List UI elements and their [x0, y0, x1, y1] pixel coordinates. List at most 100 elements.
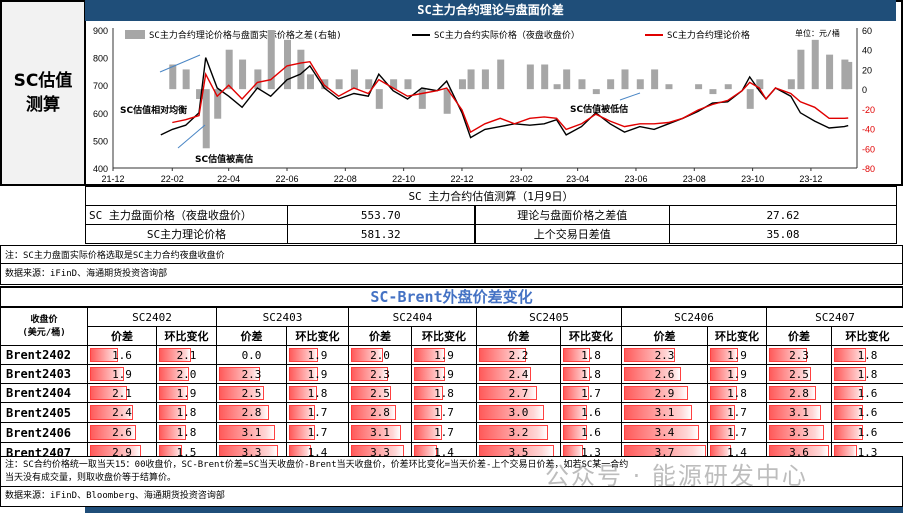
row-label: Brent2406 [1, 423, 88, 443]
change-cell: 1.7 [561, 384, 622, 403]
cell-value: 2.2 [509, 349, 529, 362]
diff-bar [365, 79, 372, 89]
right-tick-label: 40 [862, 46, 872, 56]
right-tick-label: -80 [862, 164, 875, 174]
cell-value: 2.0 [177, 368, 197, 381]
subheader-spread: 价差 [767, 327, 832, 346]
x-tick-label: 23-06 [624, 174, 647, 184]
diff-bar [593, 89, 600, 94]
valuation-table-wrap: SC 主力合约估值测算（1月9日） SC 主力盘面价格（夜盘收盘价） 553.7… [85, 186, 903, 244]
value-prev-diff: 35.08 [670, 225, 897, 244]
cell-value: 1.8 [177, 406, 197, 419]
diff-bar [725, 84, 732, 89]
x-tick-label: 22-02 [161, 174, 184, 184]
watermark: 公众号 · 能源研发中心 [545, 456, 808, 491]
diff-bar [468, 69, 475, 89]
spread-cell: 1.6 [88, 346, 157, 365]
bottom-strip [85, 507, 903, 513]
cell-value: 1.8 [858, 368, 878, 381]
valuation-note: 注：SC主力盘面实际价格选取是SC主力合约夜盘收盘价 [0, 245, 903, 264]
spread-cell: 1.9 [88, 365, 157, 384]
diff-bar [376, 89, 383, 109]
diff-bar [651, 69, 658, 89]
spread-cell: 2.8 [767, 384, 832, 403]
cell-value: 1.4 [434, 446, 454, 459]
cell-value: 1.9 [308, 368, 328, 381]
spread-cell: 3.0 [477, 403, 561, 423]
x-tick-label: 21-12 [101, 174, 124, 184]
cell-value: 1.8 [727, 387, 747, 400]
spread-cell: 2.4 [88, 403, 157, 423]
cell-value: 2.0 [370, 349, 390, 362]
change-cell: 1.8 [832, 365, 903, 384]
contract-header: SC2402 [88, 308, 217, 327]
cell-value: 2.8 [242, 406, 262, 419]
contract-header: SC2407 [767, 308, 903, 327]
cell-value: 3.1 [242, 426, 262, 439]
cell-value: 1.4 [308, 446, 328, 459]
left-tick-label: 900 [93, 26, 108, 36]
change-cell: 1.9 [412, 346, 477, 365]
cell-value: 1.3 [858, 446, 878, 459]
cell-value: 3.1 [655, 406, 675, 419]
subheader-change: 环比变化 [708, 327, 767, 346]
change-cell: 1.7 [412, 403, 477, 423]
diff-bar [404, 79, 411, 89]
cell-value: 2.5 [242, 387, 262, 400]
diff-bar [419, 89, 426, 109]
cell-value: 1.7 [727, 426, 747, 439]
change-cell: 1.7 [287, 403, 349, 423]
subheader-spread: 价差 [88, 327, 157, 346]
diff-bar [527, 65, 534, 90]
x-tick-label: 23-08 [683, 174, 706, 184]
cell-value: 2.9 [112, 446, 132, 459]
contract-header: SC2405 [477, 308, 622, 327]
x-tick-label: 22-12 [450, 174, 473, 184]
cell-value: 2.1 [112, 387, 132, 400]
annotation-text: SC估值相对均衡 [120, 104, 187, 116]
contract-header: SC2406 [622, 308, 767, 327]
right-tick-label: -60 [862, 144, 875, 154]
change-cell: 2.1 [157, 346, 217, 365]
value-futures-price: 553.70 [288, 206, 475, 225]
diff-bar [169, 65, 176, 90]
diff-bar [541, 65, 548, 90]
cell-value: 2.5 [789, 368, 809, 381]
cell-value: 1.7 [308, 406, 328, 419]
change-cell: 1.6 [832, 423, 903, 443]
cell-value: 1.6 [112, 349, 132, 362]
spread-cell: 2.5 [767, 365, 832, 384]
cell-value: 1.9 [727, 368, 747, 381]
cell-value: 1.7 [727, 406, 747, 419]
sc-brent-table: 收盘价(美元/桶) SC2402 SC2403 SC2404 SC2405 SC… [0, 307, 903, 463]
cell-value: 0.0 [242, 349, 262, 362]
cell-value: 3.1 [370, 426, 390, 439]
cell-value: 1.8 [434, 387, 454, 400]
change-cell: 1.8 [708, 384, 767, 403]
change-cell: 1.6 [832, 403, 903, 423]
cell-value: 1.9 [727, 349, 747, 362]
row-label: Brent2402 [1, 346, 88, 365]
contract-header: SC2404 [349, 308, 477, 327]
spread-cell: 2.3 [767, 346, 832, 365]
cell-value: 1.9 [434, 349, 454, 362]
cell-value: 1.5 [177, 446, 197, 459]
diff-bar [797, 50, 804, 89]
cell-value: 3.2 [509, 426, 529, 439]
cell-value: 2.5 [370, 387, 390, 400]
x-tick-label: 23-10 [741, 174, 764, 184]
change-cell: 1.7 [287, 423, 349, 443]
diff-bar [203, 89, 210, 148]
right-tick-label: 60 [862, 26, 872, 36]
spread-cell: 2.8 [217, 403, 287, 423]
valuation-source: 数据来源：iFinD、海通期货投资咨询部 [0, 263, 903, 285]
diff-bar [497, 60, 504, 90]
cell-value: 3.7 [655, 446, 675, 459]
diff-bar [826, 55, 833, 89]
change-cell: 1.8 [157, 403, 217, 423]
annotation-arrow-icon [178, 125, 205, 148]
diff-bar [226, 50, 233, 89]
change-cell: 1.7 [412, 423, 477, 443]
left-tick-label: 800 [93, 54, 108, 64]
diff-bar [351, 69, 358, 89]
